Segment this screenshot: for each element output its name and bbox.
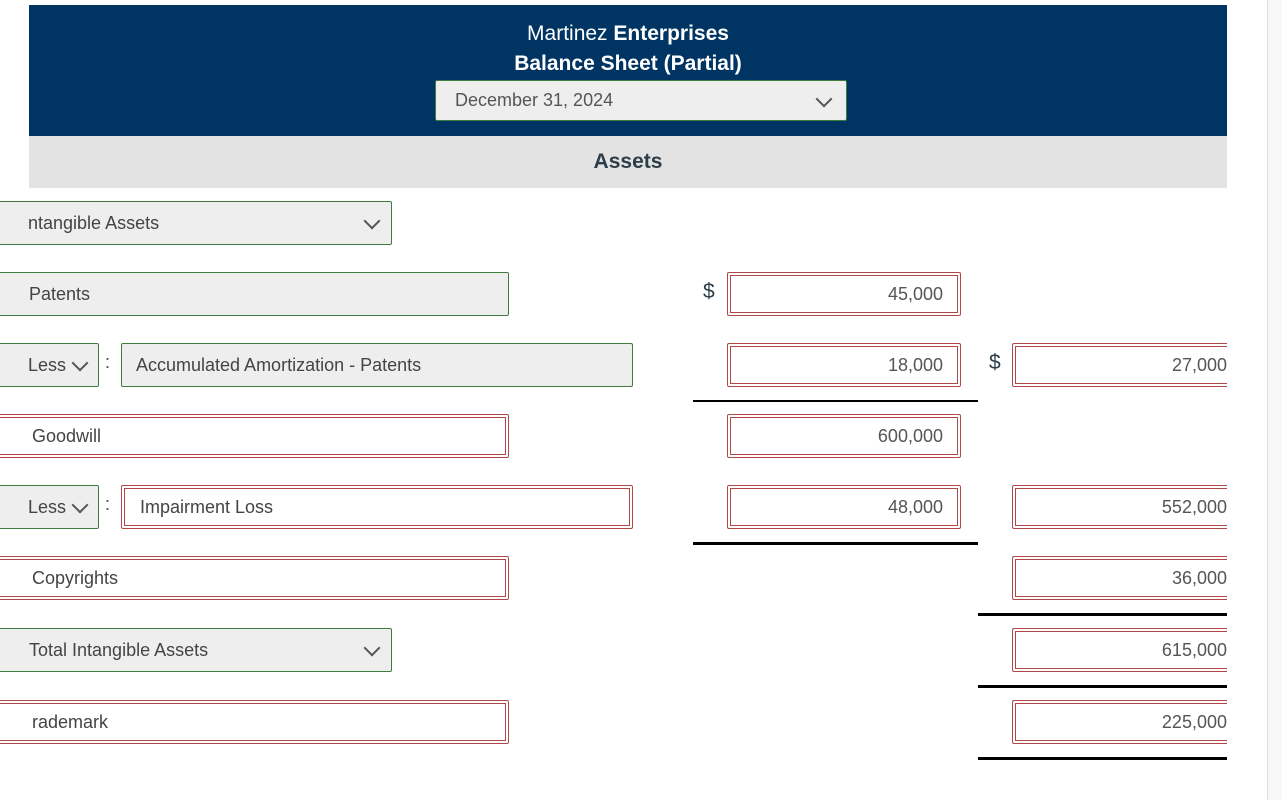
total-select-value: Total Intangible Assets bbox=[29, 639, 209, 660]
account-name: Impairment Loss bbox=[140, 496, 274, 517]
account-name: rademark bbox=[32, 711, 109, 732]
section-band: Assets bbox=[29, 136, 1227, 188]
amount-field-accumulated-amortization[interactable]: 18,000 bbox=[727, 343, 961, 387]
account-field-patents[interactable]: Patents bbox=[0, 272, 509, 316]
amount-field-total-intangible-assets[interactable]: 615,000 bbox=[1012, 628, 1227, 672]
total-rule bbox=[978, 613, 1227, 616]
account-field-goodwill[interactable]: Goodwill bbox=[0, 414, 509, 458]
company-name-bold: Enterprises bbox=[613, 22, 729, 45]
total-rule bbox=[978, 685, 1227, 688]
subtotal-rule bbox=[693, 542, 978, 545]
operator-select[interactable]: Less bbox=[0, 343, 99, 387]
balance-sheet-page: Martinez Enterprises Balance Sheet (Part… bbox=[0, 0, 1282, 800]
separator: : bbox=[105, 352, 111, 372]
date-select-value: December 31, 2024 bbox=[455, 90, 614, 110]
chevron-down-icon bbox=[71, 354, 89, 372]
amount-field-net-goodwill[interactable]: 552,000 bbox=[1012, 485, 1227, 529]
operator-value: Less bbox=[28, 354, 67, 375]
amount-field-patents[interactable]: 45,000 bbox=[727, 272, 961, 316]
amount-field-copyrights[interactable]: 36,000 bbox=[1012, 556, 1227, 600]
chevron-down-icon bbox=[363, 639, 381, 657]
account-name: Patents bbox=[29, 283, 91, 304]
account-name: Copyrights bbox=[32, 567, 119, 588]
amount-field-goodwill[interactable]: 600,000 bbox=[727, 414, 961, 458]
amount-field-trademark[interactable]: 225,000 bbox=[1012, 700, 1227, 744]
amount-field-impairment-loss[interactable]: 48,000 bbox=[727, 485, 961, 529]
statement-header: Martinez Enterprises Balance Sheet (Part… bbox=[29, 5, 1227, 136]
operator-value: Less bbox=[28, 496, 67, 517]
chevron-down-icon bbox=[363, 212, 381, 230]
date-select[interactable]: December 31, 2024 bbox=[435, 80, 847, 121]
statement-title: Balance Sheet (Partial) bbox=[514, 52, 742, 75]
company-name: Martinez Enterprises bbox=[29, 22, 1227, 46]
account-field-accumulated-amortization[interactable]: Accumulated Amortization - Patents bbox=[121, 343, 633, 387]
chevron-down-icon bbox=[71, 496, 89, 514]
account-name: Accumulated Amortization - Patents bbox=[136, 354, 422, 375]
chevron-down-icon bbox=[815, 90, 833, 108]
company-name-regular: Martinez bbox=[527, 22, 608, 45]
category-select-value: ntangible Assets bbox=[28, 212, 160, 233]
account-field-impairment-loss[interactable]: Impairment Loss bbox=[121, 485, 633, 529]
operator-select[interactable]: Less bbox=[0, 485, 99, 529]
vertical-scrollbar[interactable] bbox=[1267, 0, 1282, 800]
account-field-copyrights[interactable]: Copyrights bbox=[0, 556, 509, 600]
account-field-trademark[interactable]: rademark bbox=[0, 700, 509, 744]
currency-symbol: $ bbox=[989, 351, 1001, 374]
separator: : bbox=[105, 494, 111, 514]
category-select[interactable]: ntangible Assets bbox=[0, 201, 392, 245]
total-rule bbox=[978, 757, 1227, 760]
section-title: Assets bbox=[593, 150, 663, 173]
account-name: Goodwill bbox=[32, 425, 102, 446]
currency-symbol: $ bbox=[703, 280, 715, 303]
amount-field-net-patents[interactable]: 27,000 bbox=[1012, 343, 1227, 387]
subtotal-rule bbox=[693, 400, 978, 402]
total-select[interactable]: Total Intangible Assets bbox=[0, 628, 392, 672]
